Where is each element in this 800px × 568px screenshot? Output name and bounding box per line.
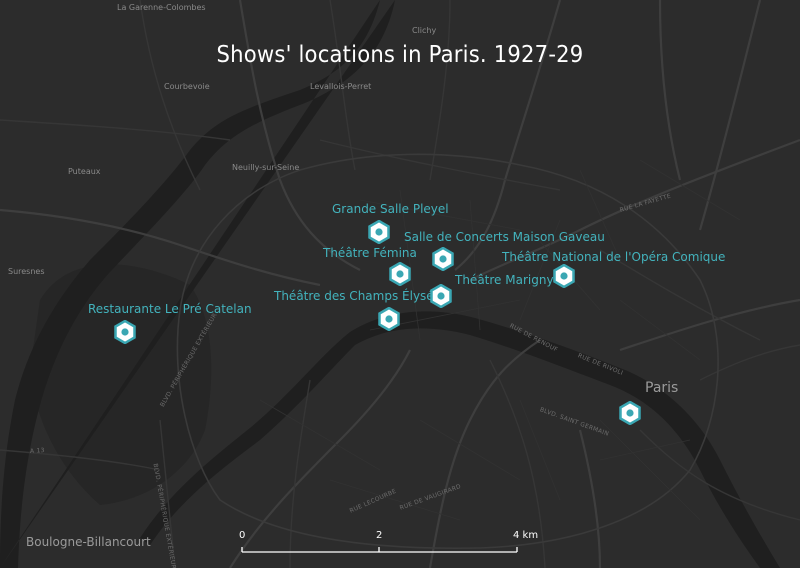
scale-bar [241,547,518,553]
venue-marker-femina[interactable] [389,262,411,286]
place-neuilly: Neuilly-sur-Seine [232,163,300,172]
place-puteaux: Puteaux [68,167,101,176]
venue-label-femina: Théâtre Fémina [323,246,417,260]
map-title: Shows' locations in Paris. 1927-29 [216,42,584,68]
place-boulogne: Boulogne-Billancourt [26,535,151,549]
place-clichy: Clichy [412,26,437,35]
map-canvas[interactable]: Shows' locations in Paris. 1927-29 La Ga… [0,0,800,568]
venue-label-pleyel: Grande Salle Pleyel [332,202,449,216]
venue-label-champs-elysees: Théâtre des Champs Élysées [274,289,448,303]
street-a13: A 13 [29,446,46,455]
venue-label-opera-comique: Théâtre National de l'Opéra Comique [502,250,726,264]
scale-label-0: 0 [239,530,246,541]
place-la-garenne: La Garenne-Colombes [117,3,206,12]
place-suresnes: Suresnes [8,267,45,276]
venue-marker-opera-comique[interactable] [553,264,575,288]
scale-label-4km: 4 km [513,530,539,541]
venue-marker-pre-catelan[interactable] [114,320,136,344]
venue-label-gaveau: Salle de Concerts Maison Gaveau [404,230,605,244]
seine-river-east [140,311,780,568]
venue-label-pre-catelan: Restaurante Le Pré Catelan [88,302,252,316]
venue-marker-champs-elysees[interactable] [378,307,400,331]
scale-label-2: 2 [376,530,383,541]
place-levallois: Levallois-Perret [310,82,372,91]
venue-marker-paris-center[interactable] [619,401,641,425]
venue-marker-gaveau[interactable] [432,247,454,271]
venue-marker-marigny[interactable] [430,284,452,308]
place-courbevoie: Courbevoie [164,82,210,91]
venue-label-marigny: Théâtre Marigny [455,273,554,287]
venue-marker-pleyel[interactable] [368,220,390,244]
place-paris: Paris [645,380,679,396]
